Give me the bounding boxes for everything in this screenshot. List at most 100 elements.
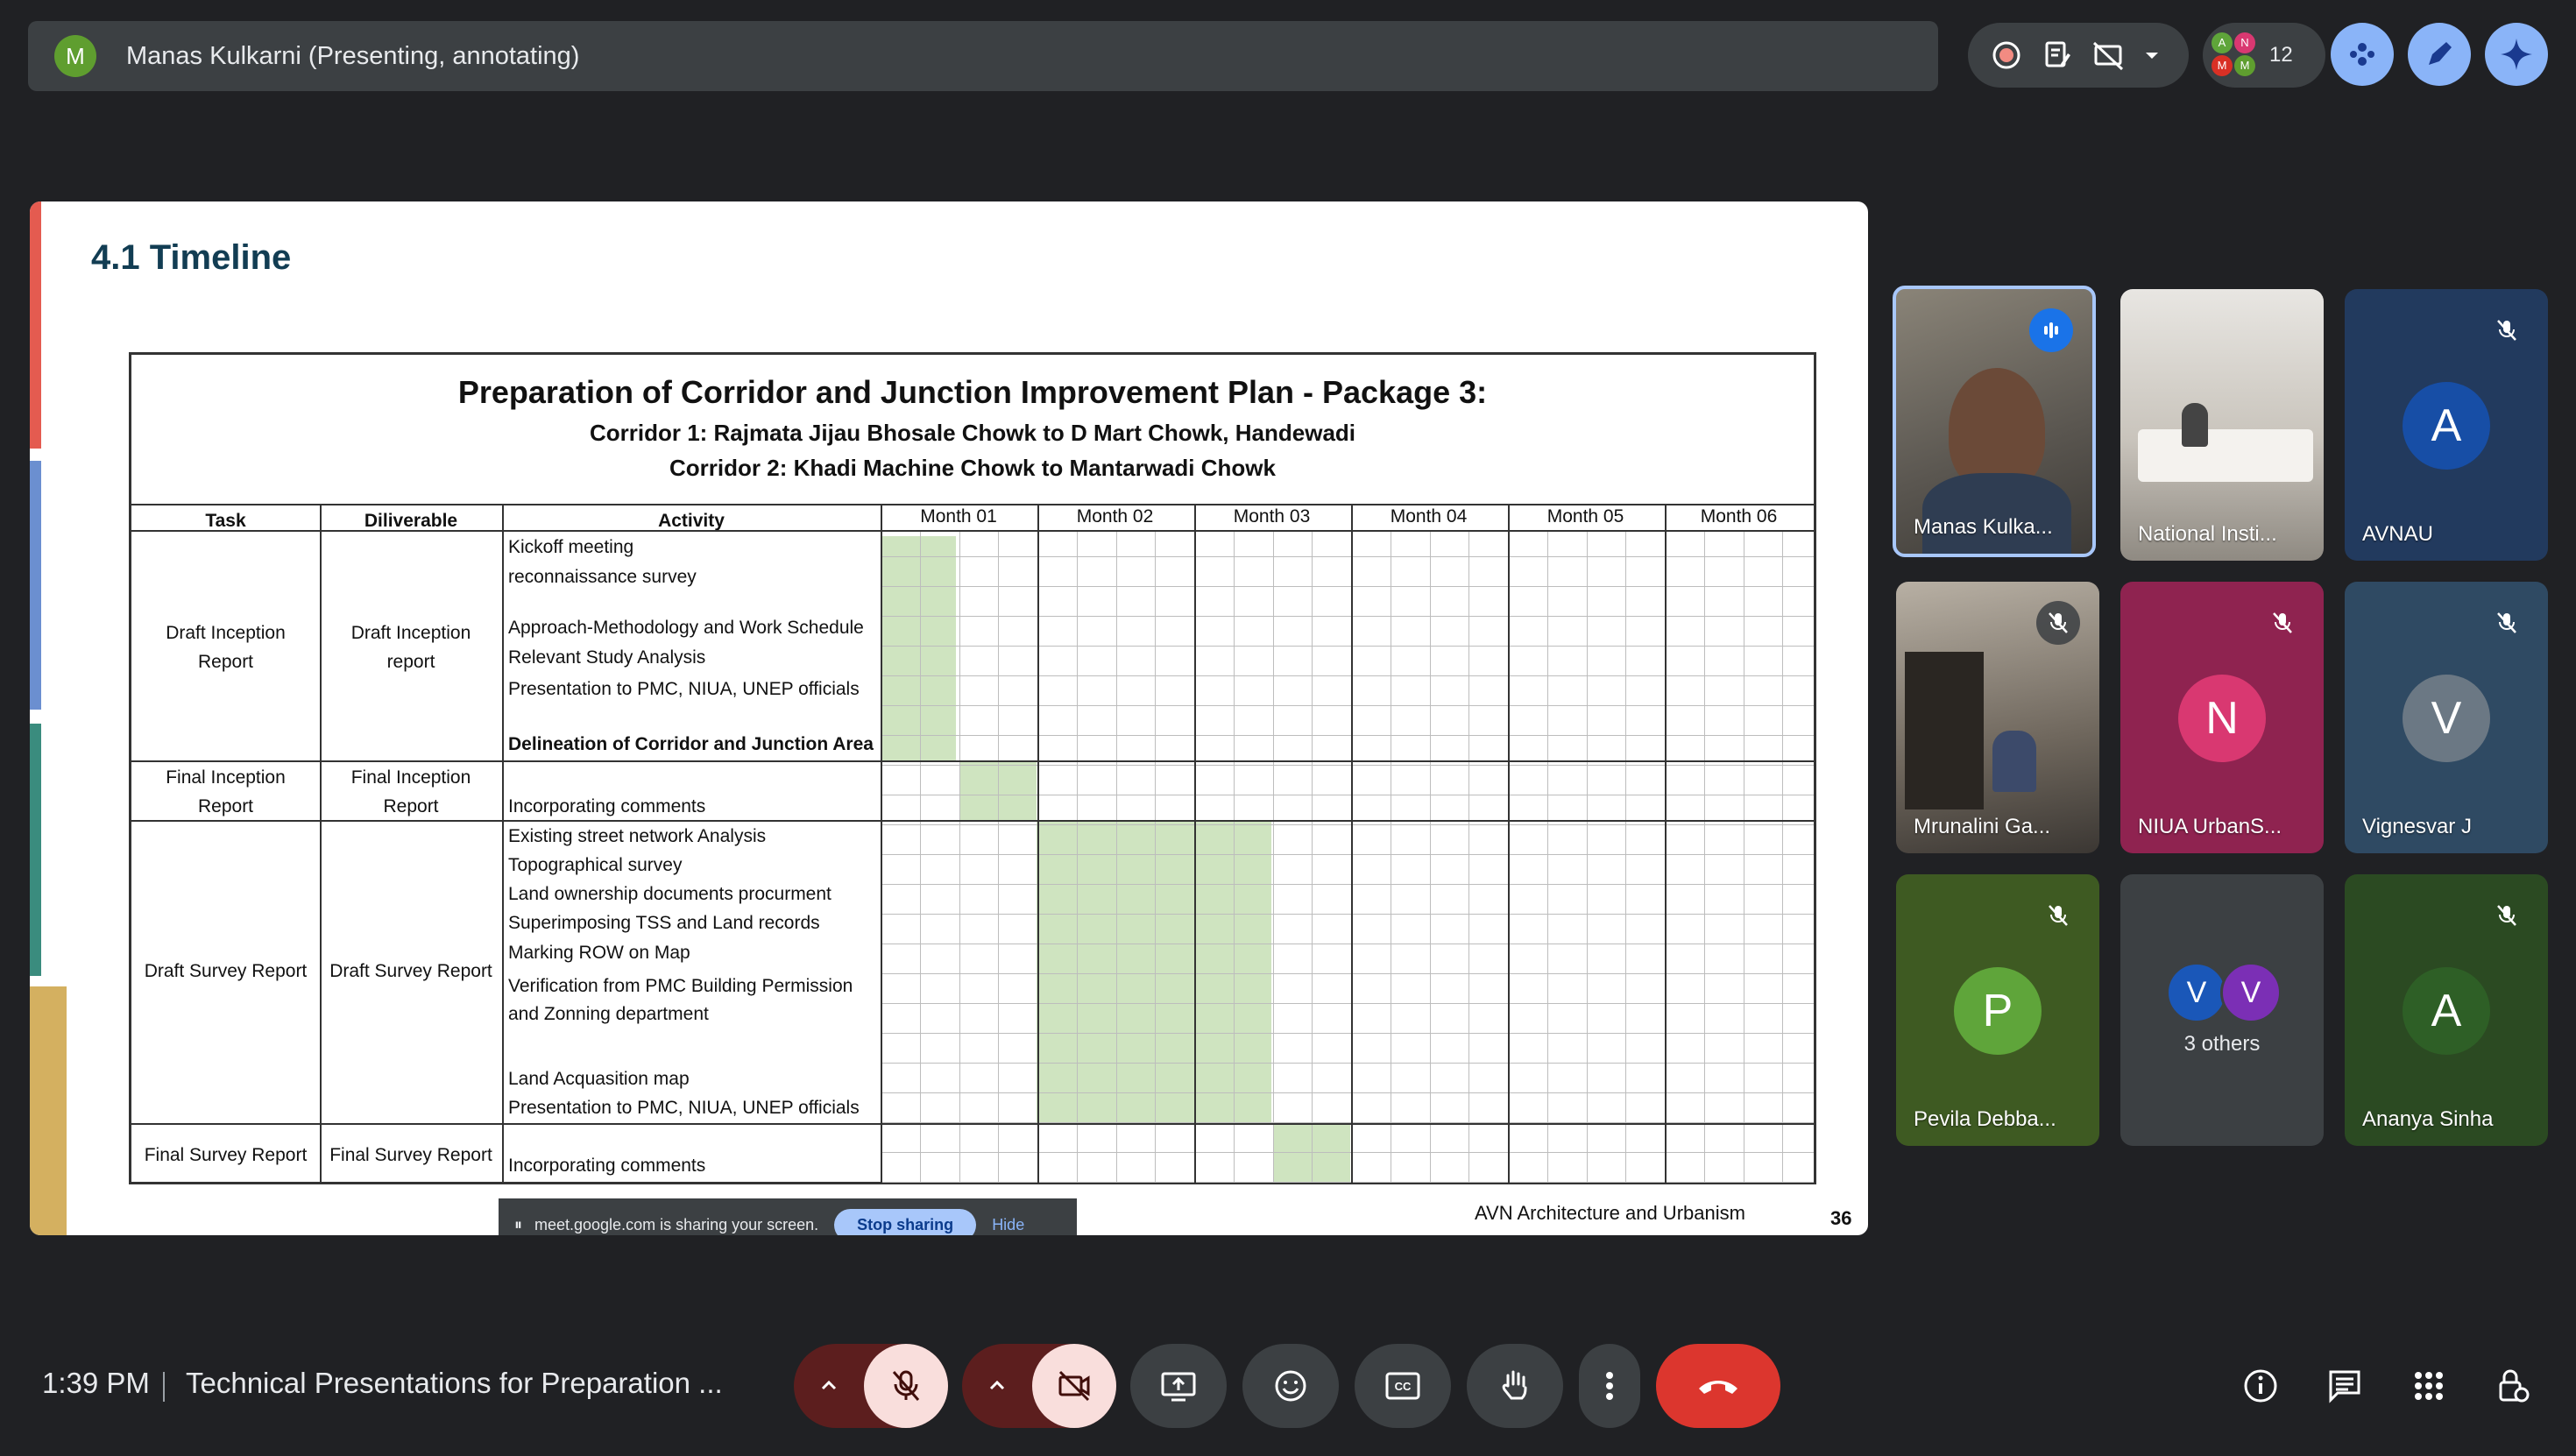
table-rule xyxy=(131,760,1814,762)
row-gridline xyxy=(881,705,1814,706)
participant-name: Vignesvar J xyxy=(2362,815,2472,838)
participant-tile[interactable]: Manas Kulka... xyxy=(1893,286,2096,557)
gantt-table: Preparation of Corridor and Junction Imp… xyxy=(129,352,1816,1184)
task-cell: Final Survey Report xyxy=(144,1145,308,1165)
row-gridline xyxy=(881,646,1814,647)
slide-footer-company: AVN Architecture and Urbanism xyxy=(1475,1202,1745,1224)
more-options-button[interactable] xyxy=(1579,1344,1640,1428)
task-cell: Draft Survey Report xyxy=(144,961,308,981)
activities-button[interactable] xyxy=(2397,1354,2460,1417)
mic-off-icon xyxy=(2485,308,2529,352)
participant-avatar: N xyxy=(2178,675,2266,762)
presenter-avatar: M xyxy=(54,35,96,77)
slide-stripe-teal xyxy=(30,724,41,976)
meeting-details-button[interactable] xyxy=(2229,1354,2292,1417)
participant-tile[interactable]: N NIUA UrbanS... xyxy=(2120,582,2324,853)
slide-page-number: 36 xyxy=(1830,1207,1852,1229)
participant-tile[interactable]: Mrunalini Ga... xyxy=(1896,582,2099,853)
gemini-button[interactable] xyxy=(2485,23,2548,86)
task-cell: Final Inception Report xyxy=(166,767,286,816)
present-button[interactable] xyxy=(1130,1344,1227,1428)
captions-icon: CC xyxy=(1385,1372,1420,1400)
row-gridline xyxy=(881,1063,1814,1064)
participant-avatar: V xyxy=(2220,962,2282,1023)
mic-off-icon xyxy=(2036,601,2080,645)
audio-options-button[interactable] xyxy=(794,1375,864,1396)
row-gridline xyxy=(881,675,1814,676)
participant-tile[interactable]: V Vignesvar J xyxy=(2345,582,2548,853)
table-column-rule xyxy=(320,504,322,1183)
participant-tile[interactable]: P Pevila Debba... xyxy=(1896,874,2099,1146)
stop-sharing-button[interactable]: Stop sharing xyxy=(834,1208,977,1235)
slide-stripe-gold xyxy=(30,986,67,1235)
table-rule xyxy=(131,504,1814,505)
week-gridline xyxy=(959,530,960,1183)
hide-button[interactable]: Hide xyxy=(992,1216,1024,1234)
svg-text:CC: CC xyxy=(1395,1380,1412,1393)
activity-item: Land Acquasition map xyxy=(508,1069,690,1089)
chat-button[interactable] xyxy=(2313,1354,2376,1417)
activity-item: Marking ROW on Map xyxy=(508,943,690,963)
month-rule xyxy=(1508,504,1510,1183)
month-rule xyxy=(1351,504,1353,1183)
participant-name: National Insti... xyxy=(2138,522,2277,546)
activity-item: Approach-Methodology and Work Schedule xyxy=(508,618,864,638)
participant-name: Manas Kulka... xyxy=(1914,515,2053,539)
activity-item: Existing street network Analysis xyxy=(508,826,767,846)
month-header: Month 05 xyxy=(1546,506,1624,527)
participant-count-button[interactable]: A N M M 12 xyxy=(2203,23,2325,88)
gantt-bar-draft-survey xyxy=(1037,820,1271,1123)
pen-icon xyxy=(2429,42,2452,65)
camera-toggle-button[interactable] xyxy=(1032,1344,1116,1428)
more-icon xyxy=(1606,1372,1613,1400)
participant-video xyxy=(2138,429,2313,482)
presenter-banner[interactable]: M Manas Kulkarni (Presenting, annotating… xyxy=(28,21,1938,91)
week-gridline xyxy=(1703,530,1705,1183)
others-tile[interactable]: V V 3 others xyxy=(2120,874,2324,1146)
meeting-title[interactable]: Technical Presentations for Preparation … xyxy=(186,1367,747,1400)
activity-item: Presentation to PMC, NIUA, UNEP official… xyxy=(508,1098,860,1118)
raise-hand-button[interactable] xyxy=(1467,1344,1563,1428)
mic-off-icon xyxy=(2485,601,2529,645)
leave-call-button[interactable] xyxy=(1656,1344,1780,1428)
annotate-button[interactable] xyxy=(2408,23,2471,86)
row-gridline xyxy=(881,1003,1814,1004)
meeting-time: 1:39 PM xyxy=(42,1367,150,1399)
row-gridline xyxy=(881,854,1814,855)
mic-toggle-button[interactable] xyxy=(864,1344,948,1428)
dropdown-icon[interactable] xyxy=(2120,24,2183,87)
row-gridline xyxy=(881,1092,1814,1093)
captions-button[interactable]: CC xyxy=(1355,1344,1451,1428)
activity-item: Land ownership documents procurment xyxy=(508,884,832,904)
participant-name: NIUA UrbanS... xyxy=(2138,815,2282,838)
week-gridline xyxy=(919,530,921,1183)
corridor-2-label: Corridor 2: Khadi Machine Chowk to Manta… xyxy=(669,455,1276,481)
share-notice-text: meet.google.com is sharing your screen. xyxy=(534,1215,819,1233)
present-icon xyxy=(1161,1372,1196,1402)
week-gridline xyxy=(1312,530,1313,1183)
participant-tile[interactable]: A Ananya Sinha xyxy=(2345,874,2548,1146)
others-count-label: 3 others xyxy=(2183,1032,2261,1056)
week-gridline xyxy=(1429,530,1431,1183)
activity-item: Topographical survey xyxy=(508,855,683,875)
participant-avatar: V xyxy=(2403,675,2490,762)
week-gridline xyxy=(1586,530,1588,1183)
table-rule xyxy=(131,1123,1814,1125)
mic-off-icon xyxy=(2036,894,2080,937)
reactions-button[interactable] xyxy=(1242,1344,1339,1428)
activity-item: and Zonning department xyxy=(508,1004,709,1024)
participant-tile[interactable]: National Insti... xyxy=(2120,289,2324,561)
activity-item: reconnaissance survey xyxy=(508,567,697,587)
divider xyxy=(163,1372,165,1402)
participant-tile[interactable]: A AVNAU xyxy=(2345,289,2548,561)
month-rule xyxy=(1037,504,1039,1183)
camera-control-group xyxy=(962,1344,1116,1428)
activity-item: Superimposing TSS and Land records xyxy=(508,913,820,933)
activity-item: Verification from PMC Building Permissio… xyxy=(508,976,853,996)
host-controls-button[interactable] xyxy=(2481,1354,2544,1417)
info-icon xyxy=(2244,1369,2277,1403)
video-options-button[interactable] xyxy=(962,1375,1032,1396)
activities-people-button[interactable] xyxy=(2331,23,2394,86)
activity-item: Kickoff meeting xyxy=(508,537,634,557)
activity-item: Presentation to PMC, NIUA, UNEP official… xyxy=(508,679,860,699)
